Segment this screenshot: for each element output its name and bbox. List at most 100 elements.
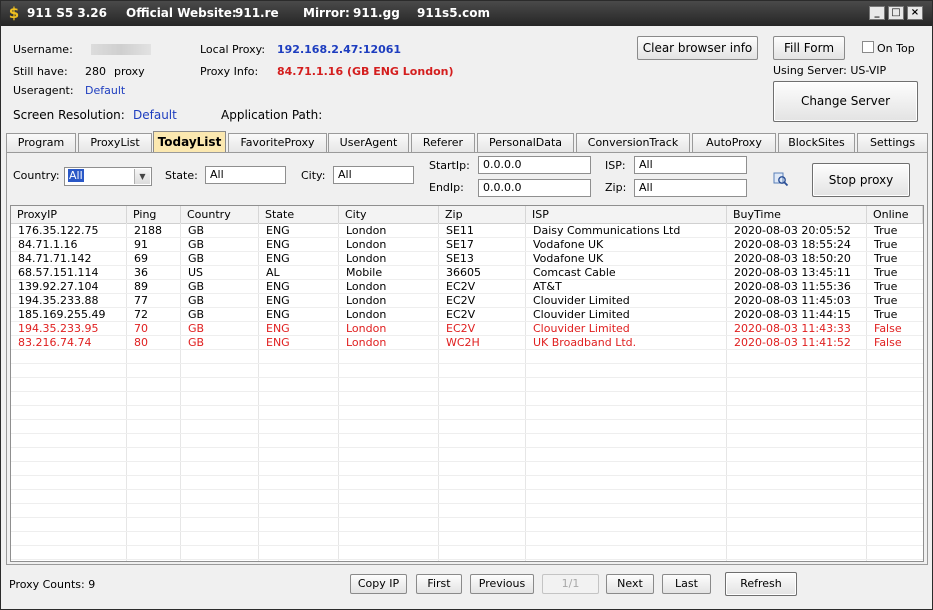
still-have-label: Still have: xyxy=(13,65,68,78)
row-separator xyxy=(11,363,923,364)
cell-state: ENG xyxy=(266,322,290,335)
column-header-ping[interactable]: Ping xyxy=(127,206,181,223)
column-header-proxyip[interactable]: ProxyIP xyxy=(11,206,127,223)
screen-resolution-value[interactable]: Default xyxy=(133,108,177,122)
table-row[interactable]: 185.169.255.49 72 GB ENG London EC2V Clouvider… xyxy=(11,308,923,322)
country-select[interactable]: All ▼ xyxy=(64,167,152,186)
cell-buytime: 2020-08-03 18:50:20 xyxy=(734,252,851,265)
table-row[interactable]: 84.71.71.142 69 GB ENG London SE13 Vodafone UK… xyxy=(11,252,923,266)
using-server-label: Using Server: US-VIP xyxy=(773,64,887,77)
table-row[interactable]: 139.92.27.104 89 GB ENG London EC2V AT&T 2020-0… xyxy=(11,280,923,294)
state-label: State: xyxy=(165,169,198,182)
stop-proxy-button[interactable]: Stop proxy xyxy=(812,163,910,197)
tab-autoproxy[interactable]: AutoProxy xyxy=(692,133,776,152)
column-header-zip[interactable]: Zip xyxy=(439,206,526,223)
city-input[interactable]: All xyxy=(333,166,414,184)
cell-state: ENG xyxy=(266,280,290,293)
on-top-checkbox[interactable] xyxy=(862,41,874,53)
cell-city: London xyxy=(346,322,387,335)
last-page-button[interactable]: Last xyxy=(662,574,711,594)
column-header-isp[interactable]: ISP xyxy=(526,206,727,223)
cell-ping: 69 xyxy=(134,252,148,265)
zip-input[interactable]: All xyxy=(634,179,747,197)
cell-country: GB xyxy=(188,294,205,307)
state-input[interactable]: All xyxy=(205,166,286,184)
tab-useragent[interactable]: UserAgent xyxy=(328,133,409,152)
tab-program[interactable]: Program xyxy=(6,133,76,152)
isp-input[interactable]: All xyxy=(634,156,747,174)
close-button[interactable]: × xyxy=(907,6,923,20)
copy-ip-button[interactable]: Copy IP xyxy=(350,574,407,594)
cell-online: True xyxy=(874,266,898,279)
cell-city: London xyxy=(346,336,387,349)
minimize-button[interactable]: _ xyxy=(869,6,885,20)
cell-isp: Clouvider Limited xyxy=(533,308,630,321)
table-row[interactable]: 83.216.74.74 80 GB ENG London WC2H UK Broadban… xyxy=(11,336,923,350)
app-window: $ 911 S5 3.26 Official Website: 911.re M… xyxy=(0,0,933,610)
magnifier-icon[interactable] xyxy=(773,171,789,187)
column-header-buytime[interactable]: BuyTime xyxy=(727,206,867,223)
startip-input[interactable]: 0.0.0.0 xyxy=(478,156,591,174)
cell-city: London xyxy=(346,280,387,293)
cell-ping: 80 xyxy=(134,336,148,349)
table-row[interactable]: 194.35.233.88 77 GB ENG London EC2V Clouvider … xyxy=(11,294,923,308)
cell-ping: 72 xyxy=(134,308,148,321)
cell-city: Mobile xyxy=(346,266,383,279)
title-bar: $ 911 S5 3.26 Official Website: 911.re M… xyxy=(1,1,932,26)
chevron-down-icon[interactable]: ▼ xyxy=(134,169,150,184)
tab-settings[interactable]: Settings xyxy=(857,133,928,152)
tab-conversiontrack[interactable]: ConversionTrack xyxy=(576,133,690,152)
cell-state: ENG xyxy=(266,308,290,321)
cell-proxyip: 84.71.1.16 xyxy=(18,238,78,251)
tab-referer[interactable]: Referer xyxy=(411,133,475,152)
row-separator xyxy=(11,419,923,420)
cell-isp: Clouvider Limited xyxy=(533,294,630,307)
cell-online: False xyxy=(874,322,902,335)
cell-country: GB xyxy=(188,336,205,349)
row-separator xyxy=(11,405,923,406)
cell-ping: 2188 xyxy=(134,224,162,237)
first-page-button[interactable]: First xyxy=(416,574,462,594)
row-separator xyxy=(11,433,923,434)
tab-favoriteproxy[interactable]: FavoriteProxy xyxy=(228,133,327,152)
row-separator xyxy=(11,391,923,392)
cell-isp: Vodafone UK xyxy=(533,238,604,251)
refresh-button[interactable]: Refresh xyxy=(725,572,797,596)
change-server-button[interactable]: Change Server xyxy=(773,81,918,122)
tab-proxylist[interactable]: ProxyList xyxy=(78,133,152,152)
cell-online: True xyxy=(874,238,898,251)
endip-input[interactable]: 0.0.0.0 xyxy=(478,179,591,197)
cell-isp: Clouvider Limited xyxy=(533,322,630,335)
table-row[interactable]: 68.57.151.114 36 US AL Mobile 36605 Comcast Ca… xyxy=(11,266,923,280)
mirror-value: 911.gg xyxy=(353,6,400,20)
column-header-country[interactable]: Country xyxy=(181,206,259,223)
column-header-city[interactable]: City xyxy=(339,206,439,223)
proxy-info-value: 84.71.1.16 (GB ENG London) xyxy=(277,65,454,78)
column-header-state[interactable]: State xyxy=(259,206,339,223)
table-row[interactable]: 194.35.233.95 70 GB ENG London EC2V Clouvider … xyxy=(11,322,923,336)
column-header-online[interactable]: Online xyxy=(867,206,923,223)
maximize-button[interactable]: □ xyxy=(888,6,904,20)
cell-city: London xyxy=(346,294,387,307)
previous-page-button[interactable]: Previous xyxy=(470,574,534,594)
fill-form-button[interactable]: Fill Form xyxy=(773,36,845,60)
cell-country: GB xyxy=(188,308,205,321)
application-path-label: Application Path: xyxy=(221,108,323,122)
useragent-value[interactable]: Default xyxy=(85,84,125,97)
cell-zip: EC2V xyxy=(446,308,476,321)
cell-proxyip: 194.35.233.95 xyxy=(18,322,99,335)
next-page-button[interactable]: Next xyxy=(606,574,654,594)
tab-personaldata[interactable]: PersonalData xyxy=(477,133,574,152)
clear-browser-info-button[interactable]: Clear browser info xyxy=(637,36,758,60)
tab-todaylist[interactable]: TodayList xyxy=(153,131,226,153)
cell-online: True xyxy=(874,252,898,265)
cell-buytime: 2020-08-03 11:55:36 xyxy=(734,280,851,293)
row-separator xyxy=(11,377,923,378)
table-row[interactable]: 84.71.1.16 91 GB ENG London SE17 Vodafone UK 20… xyxy=(11,238,923,252)
city-label: City: xyxy=(301,169,326,182)
screen-resolution-label: Screen Resolution: xyxy=(13,108,125,122)
table-row[interactable]: 176.35.122.75 2188 GB ENG London SE11 Daisy Co… xyxy=(11,224,923,238)
cell-proxyip: 176.35.122.75 xyxy=(18,224,99,237)
tab-blocksites[interactable]: BlockSites xyxy=(778,133,855,152)
cell-buytime: 2020-08-03 18:55:24 xyxy=(734,238,851,251)
